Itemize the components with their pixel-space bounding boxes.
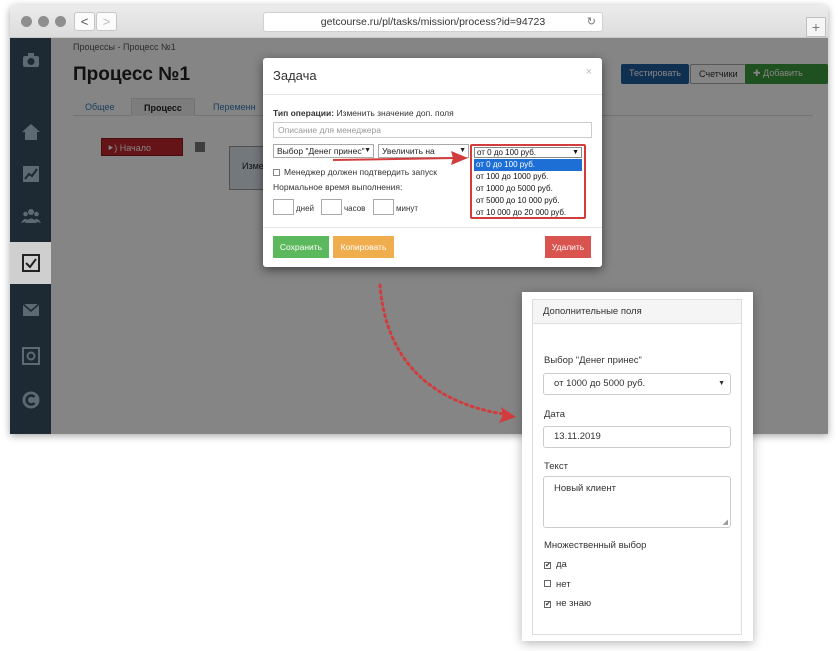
resize-grip-icon[interactable]: ◢ — [723, 518, 728, 526]
checkbox-checked-icon[interactable]: ✔ — [544, 562, 551, 569]
option-no[interactable]: нет — [544, 579, 571, 590]
card-header: Дополнительные поля — [533, 300, 741, 324]
checkbox-checked-icon[interactable]: ✔ — [544, 601, 551, 608]
option-yes-label: да — [556, 559, 567, 570]
option-dont-know[interactable]: ✔ не знаю — [544, 598, 591, 609]
text-label: Текст — [544, 461, 568, 472]
amount-select[interactable]: от 1000 до 5000 руб. ▼ — [543, 373, 731, 395]
amount-select-value: от 1000 до 5000 руб. — [554, 378, 646, 389]
date-input[interactable]: 13.11.2019 — [543, 426, 731, 448]
option-no-label: нет — [556, 579, 571, 590]
red-arrow-icon — [332, 151, 468, 165]
additional-fields-panel: Дополнительные поля Выбор "Денег принес"… — [532, 299, 742, 635]
text-input-value: Новый клиент — [554, 483, 616, 494]
chevron-down-icon: ▼ — [718, 380, 725, 387]
dotted-arrow-icon — [378, 283, 516, 423]
option-dont-know-label: не знаю — [556, 598, 592, 609]
text-input[interactable]: Новый клиент ◢ — [543, 476, 731, 528]
option-yes[interactable]: ✔ да — [544, 559, 567, 570]
field-label: Выбор "Денег принес" — [544, 355, 642, 366]
checkbox-icon[interactable] — [544, 580, 551, 587]
multi-choice-label: Множественный выбор — [544, 540, 647, 551]
additional-fields-card: Дополнительные поля Выбор "Денег принес"… — [522, 292, 753, 641]
date-label: Дата — [544, 409, 566, 420]
